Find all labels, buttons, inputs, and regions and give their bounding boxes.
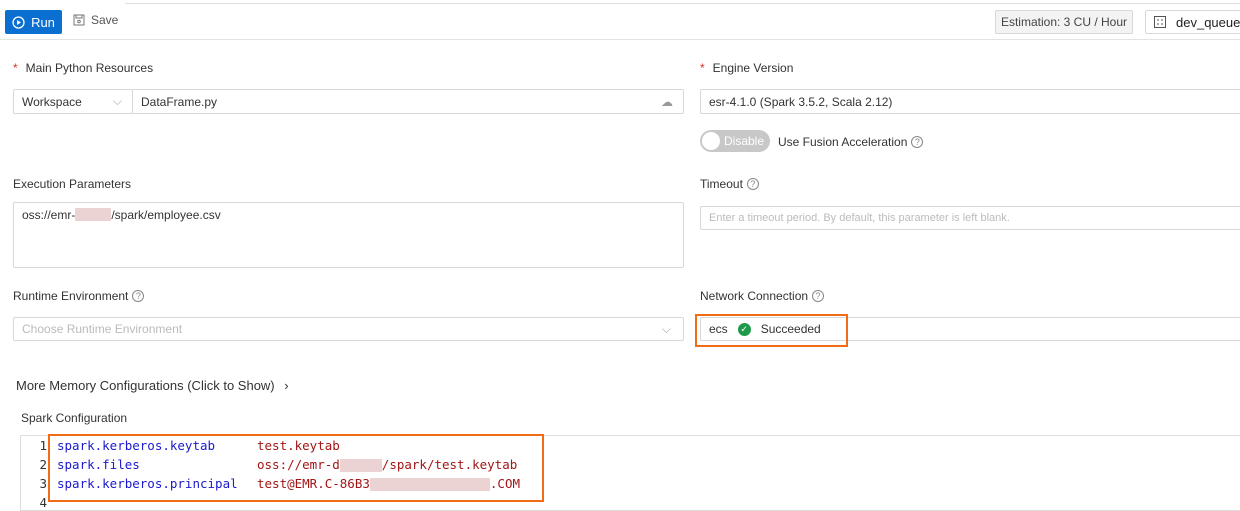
engine-version-label: * Engine Version xyxy=(700,61,794,75)
file-value: DataFrame.py xyxy=(141,94,218,109)
label-text: Use Fusion Acceleration xyxy=(778,135,908,149)
top-divider xyxy=(125,3,1240,4)
help-icon[interactable]: ? xyxy=(812,290,825,302)
highlight-box xyxy=(48,434,544,502)
memory-config-toggle[interactable]: More Memory Configurations (Click to Sho… xyxy=(16,378,289,393)
runtime-label: Runtime Environment? xyxy=(13,289,145,303)
source-value: Workspace xyxy=(22,94,82,109)
timeout-input[interactable]: Enter a timeout period. By default, this… xyxy=(700,206,1240,230)
play-icon xyxy=(12,15,25,29)
label-text: Engine Version xyxy=(712,61,794,75)
save-icon xyxy=(73,14,85,26)
engine-version-select[interactable]: esr-4.1.0 (Spark 3.5.2, Scala 2.12) xyxy=(700,89,1240,114)
value-prefix: oss://emr- xyxy=(22,208,76,222)
line-number: 1 xyxy=(39,438,47,453)
run-button[interactable]: Run xyxy=(5,10,62,34)
save-label: Save xyxy=(91,13,119,27)
upload-cloud-icon[interactable]: ☁ xyxy=(661,95,673,109)
help-icon[interactable]: ? xyxy=(746,178,759,190)
network-label: Network Connection? xyxy=(700,289,825,303)
queue-icon xyxy=(1154,16,1166,28)
run-label: Run xyxy=(31,14,55,30)
label-text: Timeout xyxy=(700,177,743,191)
line-number: 3 xyxy=(39,476,47,491)
chevron-down-icon: ⌵ xyxy=(112,94,122,108)
spark-config-label: Spark Configuration xyxy=(21,411,128,425)
redacted xyxy=(75,208,112,221)
placeholder: Choose Runtime Environment xyxy=(22,322,183,336)
resource-source-select[interactable]: Workspace ⌵ xyxy=(13,89,133,114)
label-text: Runtime Environment xyxy=(13,289,129,303)
help-icon[interactable]: ? xyxy=(911,136,924,148)
line-number: 2 xyxy=(39,457,47,472)
runtime-select[interactable]: Choose Runtime Environment ⌵ xyxy=(13,317,684,341)
main-python-label: * Main Python Resources xyxy=(13,61,154,75)
exec-params-textarea[interactable]: oss://emr- /spark/employee.csv xyxy=(13,202,684,268)
help-icon[interactable]: ? xyxy=(132,290,145,302)
save-button[interactable]: Save xyxy=(73,13,118,27)
timeout-label: Timeout? xyxy=(700,177,759,191)
estimation-badge: Estimation: 3 CU / Hour xyxy=(995,10,1133,34)
label-text: Main Python Resources xyxy=(25,61,154,75)
queue-label: dev_queue xyxy=(1176,14,1240,30)
fusion-toggle[interactable]: Disable xyxy=(700,130,770,152)
queue-selector[interactable]: dev_queue xyxy=(1145,10,1240,34)
chevron-down-icon: ⌵ xyxy=(661,321,671,336)
line-number: 4 xyxy=(39,495,47,510)
label-text: Network Connection xyxy=(700,289,809,303)
python-file-input[interactable]: DataFrame.py ☁ xyxy=(132,89,684,114)
toolbar-divider xyxy=(0,39,1240,40)
label-text: More Memory Configurations (Click to Sho… xyxy=(16,378,275,393)
chevron-right-icon: › xyxy=(284,378,289,393)
exec-params-label: Execution Parameters xyxy=(13,177,132,191)
highlight-box xyxy=(695,314,848,347)
value-suffix: /spark/employee.csv xyxy=(111,208,221,222)
fusion-label: Use Fusion Acceleration? xyxy=(778,135,924,149)
